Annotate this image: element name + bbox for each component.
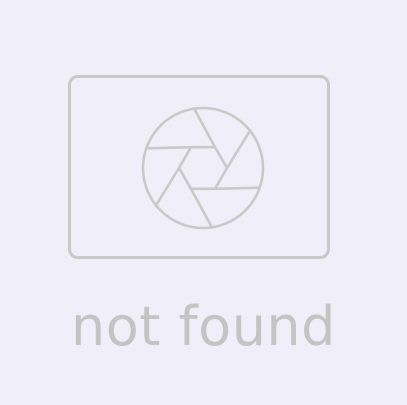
- image-not-found-placeholder: not found: [0, 0, 407, 405]
- not-found-message: not found: [71, 295, 336, 358]
- camera-aperture-icon: [141, 106, 265, 230]
